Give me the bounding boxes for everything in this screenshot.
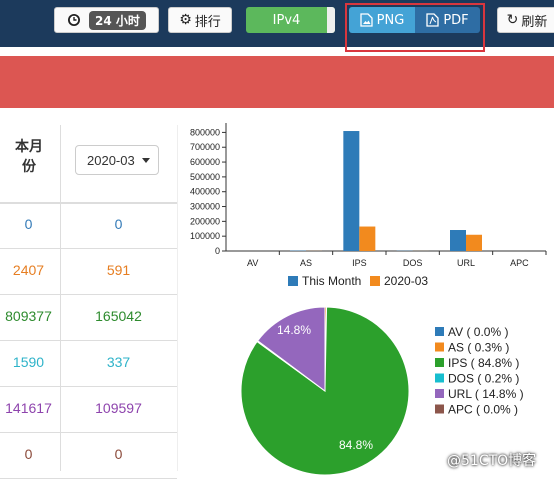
refresh-label: 刷新: [521, 11, 547, 30]
cell-selected-month: 109597: [60, 400, 177, 416]
cell-this-month: 2407: [0, 262, 57, 278]
pie-chart: 84.8% 14.8% AV ( 0.0% ) AS ( 0.3% )IPS ( 84…: [184, 296, 554, 476]
table-row: 1590337: [0, 340, 177, 387]
cell-this-month: 0: [0, 446, 57, 462]
pie-legend-label: AS ( 0.3% ): [448, 341, 509, 355]
y-tick-label: 700000: [190, 142, 220, 152]
bar-2020-03-ips: [359, 227, 375, 251]
slice-label-url: 14.8%: [277, 323, 311, 337]
y-tick-label: 300000: [190, 202, 220, 212]
bar-chart: 0 100000 200000 300000 400000 500000 600000 700…: [184, 122, 554, 297]
legend-label: 2020-03: [384, 274, 428, 288]
pie-legend-swatch: [435, 343, 444, 352]
table-row: 00: [0, 202, 177, 249]
month-select-value: 2020-03: [87, 153, 135, 168]
toggle-handle: [327, 7, 335, 33]
cell-selected-month: 591: [60, 262, 177, 278]
y-tick-label: 200000: [190, 216, 220, 226]
x-tick-label: AV: [247, 258, 258, 268]
bar-this-month-ips: [343, 131, 359, 251]
rank-label: 排行: [195, 11, 221, 30]
table-row: 00: [0, 432, 177, 479]
refresh-icon: ↻: [507, 12, 519, 28]
pie-legend-swatch: [435, 327, 444, 336]
pie-legend-label: APC ( 0.0% ): [448, 403, 518, 417]
chart-separator: [177, 125, 178, 471]
pie-legend-swatch: [435, 405, 444, 414]
y-tick-label: 100000: [190, 231, 220, 241]
pie-legend-swatch: [435, 358, 444, 367]
gear-icon: ⚙: [179, 12, 192, 28]
cell-selected-month: 165042: [60, 308, 177, 324]
export-highlight-box: [345, 3, 485, 52]
cell-this-month: 809377: [0, 308, 57, 324]
y-tick-label: 600000: [190, 157, 220, 167]
refresh-button[interactable]: ↻ 刷新: [497, 7, 554, 33]
cell-this-month: 141617: [0, 400, 57, 416]
pie-legend-label: IPS ( 84.8% ): [448, 356, 519, 370]
alert-banner: [0, 56, 554, 108]
bar-this-month-url: [450, 230, 466, 251]
x-tick-label: DOS: [403, 258, 423, 268]
cell-selected-month: 337: [60, 354, 177, 370]
ipv4-toggle[interactable]: IPv4: [246, 7, 335, 33]
x-tick-label: URL: [457, 258, 475, 268]
bar-2020-03-url: [466, 235, 482, 251]
legend-label: This Month: [302, 274, 361, 288]
ipv4-label: IPv4: [273, 13, 301, 28]
y-tick-label: 800000: [190, 127, 220, 137]
y-tick-label: 500000: [190, 172, 220, 182]
month-select[interactable]: 2020-03: [75, 145, 159, 175]
time-range-badge: 24 小时: [89, 11, 146, 30]
x-tick-label: AS: [300, 258, 312, 268]
cell-this-month: 0: [0, 216, 57, 232]
table-row: 809377165042: [0, 294, 177, 341]
header-this-month: 本月份: [12, 137, 46, 177]
table-row: 2407591: [0, 248, 177, 295]
pie-legend-swatch: [435, 389, 444, 398]
cell-selected-month: 0: [60, 216, 177, 232]
legend-swatch: [370, 276, 380, 286]
y-tick-label: 400000: [190, 187, 220, 197]
rank-button[interactable]: ⚙ 排行: [168, 7, 232, 33]
pie-legend-label: URL ( 14.8% ): [448, 387, 524, 401]
slice-label-ips: 84.8%: [339, 438, 373, 452]
x-tick-label: IPS: [352, 258, 367, 268]
y-tick-label: 0: [215, 246, 220, 256]
legend-swatch: [288, 276, 298, 286]
table-row: 141617109597: [0, 386, 177, 433]
pie-legend-label: AV ( 0.0% ): [448, 325, 508, 339]
cell-selected-month: 0: [60, 446, 177, 462]
x-tick-label: APC: [510, 258, 529, 268]
pie-legend-swatch: [435, 374, 444, 383]
time-range-button[interactable]: 24 小时: [54, 7, 159, 33]
watermark: @51CTO博客: [447, 450, 536, 470]
cell-this-month: 1590: [0, 354, 57, 370]
pie-legend-label: DOS ( 0.2% ): [448, 372, 519, 386]
clock-icon: [67, 13, 81, 27]
caret-down-icon: [142, 158, 150, 163]
